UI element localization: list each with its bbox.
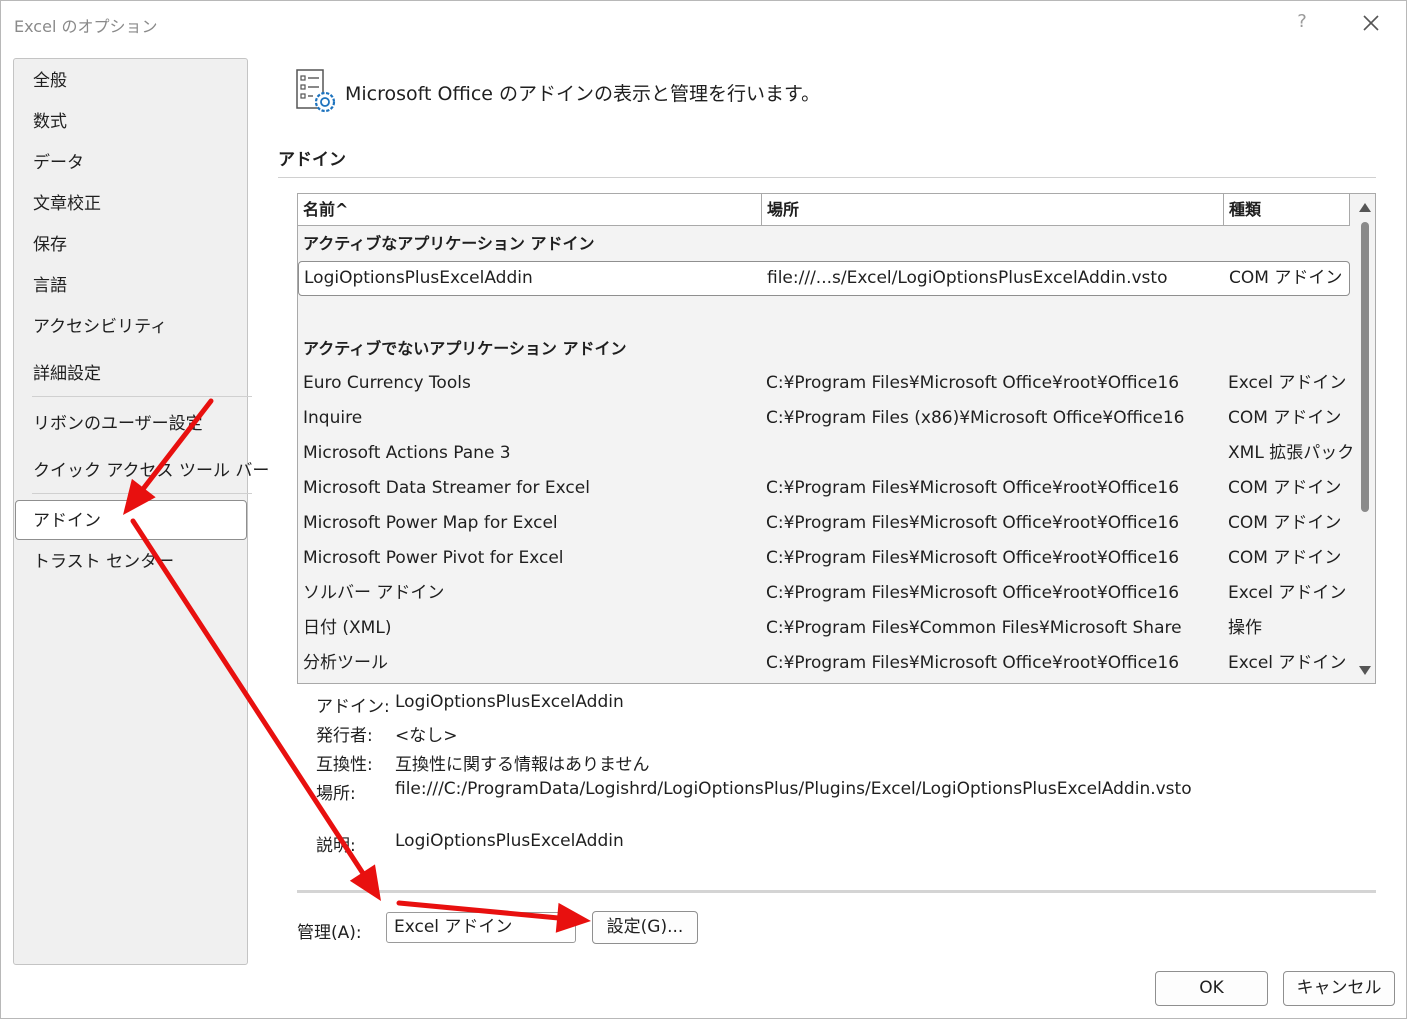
sidebar-item-save[interactable]: 保存 <box>14 225 247 265</box>
title-bar: Excel のオプション ? <box>1 1 1406 45</box>
row-name: 分析ツール <box>303 653 388 673</box>
sidebar-item-language[interactable]: 言語 <box>14 266 247 306</box>
row-type: COM アドイン <box>1228 478 1342 498</box>
row-name: Inquire <box>303 408 363 428</box>
column-header-name[interactable]: 名前^ <box>298 194 762 225</box>
row-type: Excel アドイン <box>1228 653 1347 673</box>
row-type: Excel アドイン <box>1228 583 1347 603</box>
manage-dropdown[interactable]: Excel アドイン <box>386 912 576 943</box>
row-type: COM アドイン <box>1228 513 1342 533</box>
sidebar-item-general[interactable]: 全般 <box>14 61 247 101</box>
scroll-down-button[interactable] <box>1357 662 1373 678</box>
row-name: Microsoft Power Map for Excel <box>303 513 558 533</box>
detail-desc-label: 説明: <box>316 836 356 856</box>
row-type: COM アドイン <box>1228 548 1342 568</box>
row-location: C:¥Program Files¥Microsoft Office¥root¥O… <box>766 548 1180 568</box>
help-button[interactable]: ? <box>1291 11 1313 35</box>
page-title: Microsoft Office のアドインの表示と管理を行います。 <box>345 83 821 105</box>
section-divider <box>278 177 1376 178</box>
detail-addin-value: LogiOptionsPlusExcelAddin <box>395 692 624 712</box>
row-name: ソルバー アドイン <box>303 583 445 603</box>
sidebar-item-quick-access-toolbar[interactable]: クイック アクセス ツール バー <box>14 451 269 491</box>
table-row[interactable]: Microsoft Power Pivot for Excel C:¥Progr… <box>298 541 1350 576</box>
row-name: Microsoft Power Pivot for Excel <box>303 548 564 568</box>
row-location: C:¥Program Files¥Microsoft Office¥root¥O… <box>766 373 1180 393</box>
triangle-down-icon <box>1359 666 1371 675</box>
sidebar-item-accessibility[interactable]: アクセシビリティ <box>14 307 247 347</box>
table-row[interactable]: ソルバー アドイン C:¥Program Files¥Microsoft Off… <box>298 576 1350 611</box>
row-location <box>766 436 1221 471</box>
row-location: C:¥Program Files¥Microsoft Office¥root¥O… <box>766 653 1180 673</box>
close-button[interactable] <box>1357 9 1385 37</box>
row-type: COM アドイン <box>1228 408 1342 428</box>
detail-publisher-value: <なし> <box>395 726 458 746</box>
detail-location-label: 場所: <box>316 784 356 804</box>
group-header-inactive: アクティブでないアプリケーション アドイン <box>298 331 1350 366</box>
close-icon <box>1363 15 1379 31</box>
row-name: Microsoft Actions Pane 3 <box>303 443 511 463</box>
table-row[interactable]: Microsoft Actions Pane 3 XML 拡張パック <box>298 436 1353 471</box>
column-header-type[interactable]: 種類 <box>1224 194 1350 225</box>
sidebar-divider <box>32 493 252 494</box>
row-name: LogiOptionsPlusExcelAddin <box>304 268 533 288</box>
addins-table: 名前^ 場所 種類 アクティブなアプリケーション アドイン LogiOption… <box>297 193 1376 684</box>
detail-publisher-label: 発行者: <box>316 726 373 746</box>
arrow-to-manage-head <box>349 864 381 901</box>
table-row[interactable]: Euro Currency Tools C:¥Program Files¥Mic… <box>298 366 1350 401</box>
row-name: Microsoft Data Streamer for Excel <box>303 478 590 498</box>
sidebar-item-trust-center[interactable]: トラスト センター <box>14 542 247 582</box>
detail-desc-value: LogiOptionsPlusExcelAddin <box>395 831 624 851</box>
sidebar-item-data[interactable]: データ <box>14 143 247 183</box>
detail-location-value: file:///C:/ProgramData/Logishrd/LogiOpti… <box>395 779 1192 799</box>
table-row[interactable]: LogiOptionsPlusExcelAddin file:///...s/E… <box>298 261 1350 296</box>
group-label: アクティブでないアプリケーション アドイン <box>303 339 627 358</box>
group-label: アクティブなアプリケーション アドイン <box>303 234 595 253</box>
row-name: Euro Currency Tools <box>303 373 471 393</box>
sidebar-item-addins[interactable]: アドイン <box>15 500 247 540</box>
table-row[interactable]: 分析ツール C:¥Program Files¥Microsoft Office¥… <box>298 646 1350 681</box>
excel-options-dialog: Excel のオプション ? 全般 数式 データ 文章校正 保存 言語 アクセシ… <box>0 0 1407 1019</box>
table-row[interactable]: Inquire C:¥Program Files (x86)¥Microsoft… <box>298 401 1350 436</box>
options-sidebar: 全般 数式 データ 文章校正 保存 言語 アクセシビリティ 詳細設定 リボンのユ… <box>13 58 269 965</box>
row-type: 操作 <box>1228 618 1262 638</box>
window-title: Excel のオプション <box>14 17 158 36</box>
table-row[interactable]: Microsoft Data Streamer for Excel C:¥Pro… <box>298 471 1350 506</box>
row-location: file:///...s/Excel/LogiOptionsPlusExcelA… <box>767 268 1168 288</box>
row-location: C:¥Program Files (x86)¥Microsoft Office¥… <box>766 408 1185 428</box>
row-location: C:¥Program Files¥Microsoft Office¥root¥O… <box>766 513 1180 533</box>
manage-divider <box>297 890 1376 893</box>
scrollbar-thumb[interactable] <box>1361 222 1369 512</box>
row-location: C:¥Program Files¥Microsoft Office¥root¥O… <box>766 583 1180 603</box>
cancel-button[interactable]: キャンセル <box>1283 971 1395 1006</box>
row-name: 日付 (XML) <box>303 618 392 638</box>
row-type: XML 拡張パック <box>1228 443 1353 463</box>
column-header-location[interactable]: 場所 <box>762 194 1224 225</box>
sidebar-divider <box>32 396 252 397</box>
detail-addin-label: アドイン: <box>316 697 390 717</box>
sidebar-item-formulas[interactable]: 数式 <box>14 102 247 142</box>
group-header-active: アクティブなアプリケーション アドイン <box>298 226 1350 261</box>
row-location: C:¥Program Files¥Common Files¥Microsoft … <box>766 618 1182 638</box>
table-header: 名前^ 場所 種類 <box>298 194 1350 226</box>
row-type: COM アドイン <box>1229 268 1343 288</box>
sidebar-item-customize-ribbon[interactable]: リボンのユーザー設定 <box>14 404 247 444</box>
section-title-addins: アドイン <box>278 150 346 170</box>
table-scrollbar[interactable] <box>1355 194 1375 683</box>
addins-settings-icon <box>295 68 339 114</box>
table-row[interactable]: 日付 (XML) C:¥Program Files¥Common Files¥M… <box>298 611 1350 646</box>
sidebar-item-proofing[interactable]: 文章校正 <box>14 184 247 224</box>
go-button[interactable]: 設定(G)... <box>592 911 698 944</box>
manage-label: 管理(A): <box>297 923 362 943</box>
row-type: Excel アドイン <box>1228 373 1347 393</box>
row-location: C:¥Program Files¥Microsoft Office¥root¥O… <box>766 478 1180 498</box>
sidebar-item-advanced[interactable]: 詳細設定 <box>14 354 247 394</box>
table-row[interactable]: Microsoft Power Map for Excel C:¥Program… <box>298 506 1350 541</box>
ok-button[interactable]: OK <box>1155 971 1268 1006</box>
detail-compat-value: 互換性に関する情報はありません <box>395 755 650 775</box>
detail-compat-label: 互換性: <box>316 755 373 775</box>
scroll-up-button[interactable] <box>1357 200 1373 216</box>
triangle-up-icon <box>1359 203 1371 212</box>
